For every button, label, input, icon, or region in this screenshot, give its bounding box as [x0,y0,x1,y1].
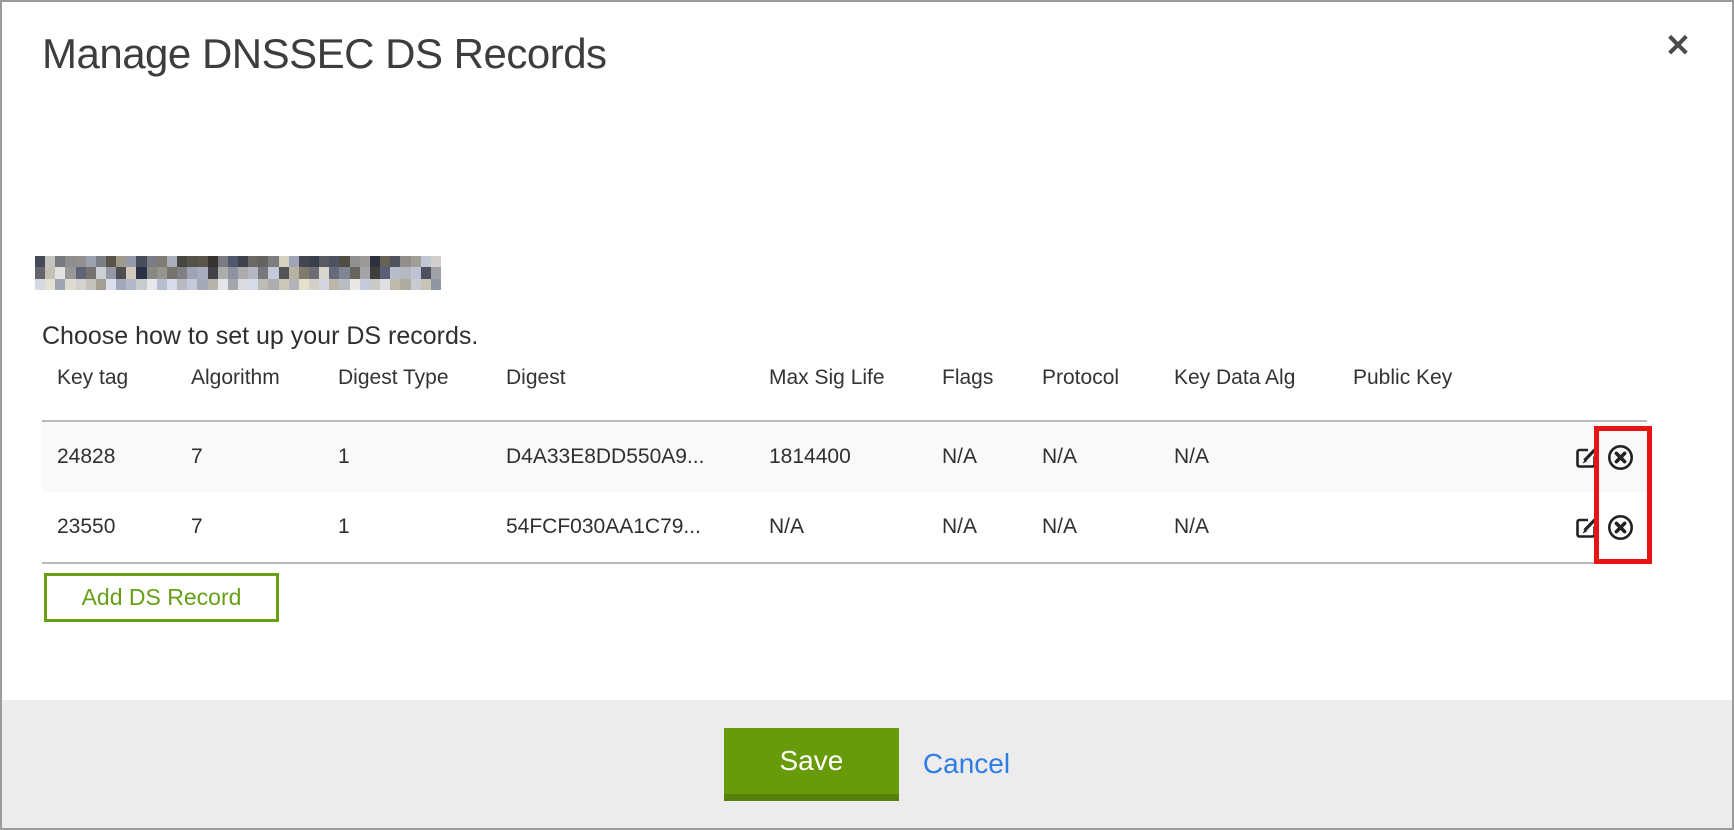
column-header-digest: Digest [491,358,754,420]
cancel-link[interactable]: Cancel [923,748,1010,780]
column-header-actions [1488,358,1647,420]
edit-record-button[interactable] [1574,514,1600,540]
table-bottom-border [42,562,1647,564]
modal-title: Manage DNSSEC DS Records [42,30,607,78]
cell-flags: N/A [927,515,1027,539]
column-header-digest-type: Digest Type [323,358,491,420]
delete-icon [1607,529,1634,544]
delete-record-button[interactable] [1607,514,1634,541]
table-row: 23550 7 1 54FCF030AA1C79... N/A N/A N/A … [42,492,1647,562]
manage-dnssec-ds-records-modal: Manage DNSSEC DS Records ✕ Choose how to… [0,0,1734,830]
modal-footer: Save Cancel [2,700,1732,828]
delete-icon [1607,459,1634,474]
column-header-key-tag: Key tag [42,358,176,420]
cell-algorithm: 7 [176,515,323,539]
edit-icon [1574,528,1600,543]
column-header-protocol: Protocol [1027,358,1159,420]
cell-max-sig-life: 1814400 [754,445,927,469]
edit-icon [1574,458,1600,473]
ds-records-table: Key tag Algorithm Digest Type Digest Max… [42,358,1647,564]
row-actions [1488,444,1647,471]
column-header-flags: Flags [927,358,1027,420]
cell-algorithm: 7 [176,445,323,469]
table-header-row: Key tag Algorithm Digest Type Digest Max… [42,358,1647,422]
cell-flags: N/A [927,445,1027,469]
cell-digest-type: 1 [323,515,491,539]
instruction-text: Choose how to set up your DS records. [42,322,478,351]
cell-key-tag: 23550 [42,515,176,539]
add-ds-record-button[interactable]: Add DS Record [44,573,279,622]
table-row: 24828 7 1 D4A33E8DD550A9... 1814400 N/A … [42,422,1647,492]
close-icon[interactable]: ✕ [1658,26,1698,66]
save-button[interactable]: Save [724,728,899,801]
cell-key-data-alg: N/A [1159,445,1338,469]
edit-record-button[interactable] [1574,444,1600,470]
column-header-algorithm: Algorithm [176,358,323,420]
cell-key-data-alg: N/A [1159,515,1338,539]
row-actions [1488,514,1647,541]
cell-digest: 54FCF030AA1C79... [491,515,754,539]
column-header-key-data-alg: Key Data Alg [1159,358,1338,420]
column-header-public-key: Public Key [1338,358,1488,420]
cell-protocol: N/A [1027,445,1159,469]
cell-digest: D4A33E8DD550A9... [491,445,754,469]
cell-max-sig-life: N/A [754,515,927,539]
column-header-max-sig-life: Max Sig Life [754,358,927,420]
cell-digest-type: 1 [323,445,491,469]
cell-key-tag: 24828 [42,445,176,469]
cell-protocol: N/A [1027,515,1159,539]
delete-record-button[interactable] [1607,444,1634,471]
redacted-domain-text [35,256,441,290]
